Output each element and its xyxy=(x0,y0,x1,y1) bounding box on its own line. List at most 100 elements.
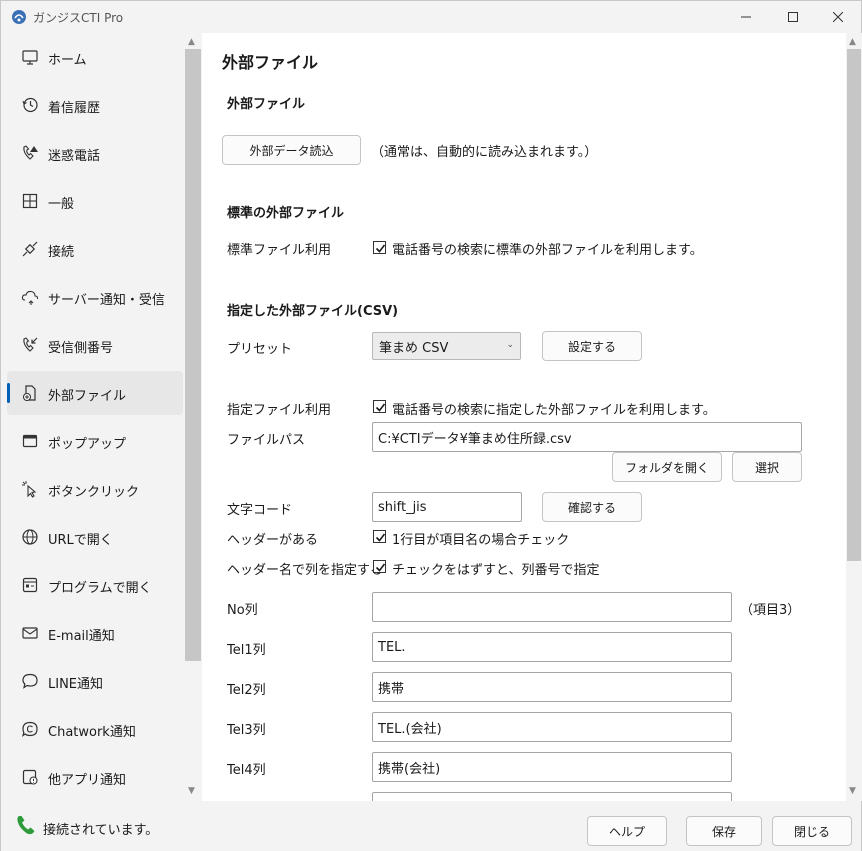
preset-select[interactable]: 筆まめ CSV ⌄ xyxy=(372,332,521,360)
specified-file-checkbox[interactable] xyxy=(373,400,386,413)
sidebar-item-external-file[interactable]: 外部ファイル xyxy=(7,371,183,415)
scroll-up-icon[interactable]: ▲ xyxy=(849,37,856,47)
section-heading-standard: 標準の外部ファイル xyxy=(227,206,345,221)
header-col-checkbox[interactable] xyxy=(373,560,386,573)
phone-connected-icon xyxy=(17,816,35,835)
load-external-data-button[interactable]: 外部データ読込 xyxy=(222,135,361,165)
sidebar-item-label: 着信履歴 xyxy=(48,101,101,116)
sidebar-item-label: 他アプリ通知 xyxy=(48,773,127,788)
column-label-tel2: Tel2列 xyxy=(227,683,266,698)
settings-panel: 外部ファイル 外部ファイル 外部データ読込 （通常は、自動的に読み込まれます。）… xyxy=(202,33,846,801)
column-input-tel2[interactable]: 携帯 xyxy=(372,672,732,702)
window-title: ガンジスCTI Pro xyxy=(33,11,124,25)
sidebar-item-label: 外部ファイル xyxy=(48,389,127,404)
sidebar-item-open-program[interactable]: プログラムで開く xyxy=(7,563,183,607)
sidebar-item-history[interactable]: 着信履歴 xyxy=(7,83,183,127)
monitor-icon xyxy=(22,50,38,65)
header-col-label: ヘッダー名で列を指定する xyxy=(227,563,384,578)
app-notify-icon xyxy=(22,769,38,785)
mail-icon xyxy=(22,627,38,639)
standard-file-checkbox[interactable] xyxy=(373,241,386,254)
sidebar-item-button-click[interactable]: ボタンクリック xyxy=(7,467,183,511)
sidebar-item-open-url[interactable]: URLで開く xyxy=(7,515,183,559)
phone-warning-icon xyxy=(23,145,38,160)
title-bar: ガンジスCTI Pro xyxy=(1,1,861,33)
checkmark-icon xyxy=(375,563,386,572)
main-scroll-thumb[interactable] xyxy=(847,49,861,561)
sidebar-item-connection[interactable]: 接続 xyxy=(7,227,183,271)
header-label: ヘッダーがある xyxy=(227,533,319,548)
window-icon xyxy=(22,434,38,448)
filepath-label: ファイルパス xyxy=(227,433,306,448)
file-import-icon xyxy=(22,385,36,402)
section-heading-csv: 指定した外部ファイル(CSV) xyxy=(227,304,399,319)
column-input-tel3[interactable]: TEL.(会社) xyxy=(372,712,732,742)
checkmark-icon xyxy=(375,244,386,253)
page-title: 外部ファイル xyxy=(222,53,319,72)
sidebar-item-label: Chatwork通知 xyxy=(48,725,136,740)
column-label-tel1: Tel1列 xyxy=(227,643,266,658)
sidebar-item-home[interactable]: ホーム xyxy=(7,35,183,79)
column-input-tel4[interactable]: 携帯(会社) xyxy=(372,752,732,782)
specified-file-check-label: 電話番号の検索に指定した外部ファイルを利用します。 xyxy=(392,403,716,418)
column-input-partial[interactable] xyxy=(372,792,732,801)
preset-select-value: 筆まめ CSV xyxy=(379,340,449,356)
column-label-tel3: Tel3列 xyxy=(227,723,266,738)
filepath-input[interactable]: C:¥CTIデータ¥筆まめ住所録.csv xyxy=(372,422,802,452)
select-file-button[interactable]: 選択 xyxy=(732,452,802,482)
header-checkbox[interactable] xyxy=(373,530,386,543)
chevron-down-icon: ⌄ xyxy=(506,340,514,350)
scroll-down-icon[interactable]: ▼ xyxy=(188,786,195,796)
sidebar-item-label: ボタンクリック xyxy=(48,485,140,500)
cursor-click-icon xyxy=(22,481,37,498)
sidebar-item-label: LINE通知 xyxy=(48,677,104,692)
save-button[interactable]: 保存 xyxy=(686,816,762,846)
sidebar-scroll-thumb[interactable] xyxy=(185,49,201,661)
chatwork-icon xyxy=(21,721,38,738)
connection-status: 接続されています。 xyxy=(43,823,159,838)
sidebar-item-label: 迷惑電話 xyxy=(48,149,101,164)
app-logo-icon xyxy=(12,10,26,24)
sidebar-item-spam[interactable]: 迷惑電話 xyxy=(7,131,183,175)
sidebar-item-general[interactable]: 一般 xyxy=(7,179,183,223)
sidebar-item-chatwork[interactable]: Chatwork通知 xyxy=(7,707,183,751)
history-icon xyxy=(22,97,38,113)
sidebar-item-other-app[interactable]: 他アプリ通知 xyxy=(7,755,183,799)
checkmark-icon xyxy=(375,533,386,542)
sidebar-item-line[interactable]: LINE通知 xyxy=(7,659,183,703)
close-window-button[interactable] xyxy=(815,1,861,33)
sidebar-item-label: URLで開く xyxy=(48,533,113,548)
specified-file-label: 指定ファイル利用 xyxy=(227,403,332,418)
sidebar-item-email[interactable]: E-mail通知 xyxy=(7,611,183,655)
standard-file-check-label: 電話番号の検索に標準の外部ファイルを利用します。 xyxy=(392,243,703,258)
main-scrollbar[interactable]: ▲ ▼ xyxy=(846,33,862,801)
sidebar-scrollbar[interactable]: ▲ ▼ xyxy=(184,33,201,801)
help-button[interactable]: ヘルプ xyxy=(587,816,667,846)
cloud-sync-icon xyxy=(21,290,39,305)
column-input-tel1[interactable]: TEL. xyxy=(372,632,732,662)
preset-configure-button[interactable]: 設定する xyxy=(542,331,642,361)
incoming-call-icon xyxy=(23,337,38,352)
sidebar-item-server-notify[interactable]: サーバー通知・受信 xyxy=(7,275,183,319)
charset-confirm-button[interactable]: 確認する xyxy=(542,492,642,522)
close-button[interactable]: 閉じる xyxy=(772,816,852,846)
column-input-no[interactable] xyxy=(372,592,732,622)
program-icon xyxy=(22,577,38,593)
minimize-button[interactable] xyxy=(723,1,769,33)
sidebar-item-receiver-number[interactable]: 受信側番号 xyxy=(7,323,183,367)
column-note-no: （項目3） xyxy=(740,603,801,618)
minimize-icon xyxy=(741,16,751,18)
column-label-tel4: Tel4列 xyxy=(227,763,266,778)
close-icon xyxy=(833,12,843,22)
maximize-button[interactable] xyxy=(770,1,816,33)
charset-input[interactable]: shift_jis xyxy=(372,492,522,522)
scroll-down-icon[interactable]: ▼ xyxy=(849,786,856,796)
scroll-up-icon[interactable]: ▲ xyxy=(188,37,195,47)
preset-label: プリセット xyxy=(227,342,293,357)
grid-icon xyxy=(22,193,38,209)
sidebar-item-label: E-mail通知 xyxy=(48,629,115,644)
plug-icon xyxy=(22,241,38,257)
sidebar-item-label: 一般 xyxy=(48,197,75,212)
sidebar-item-popup[interactable]: ポップアップ xyxy=(7,419,183,463)
open-folder-button[interactable]: フォルダを開く xyxy=(612,452,722,482)
